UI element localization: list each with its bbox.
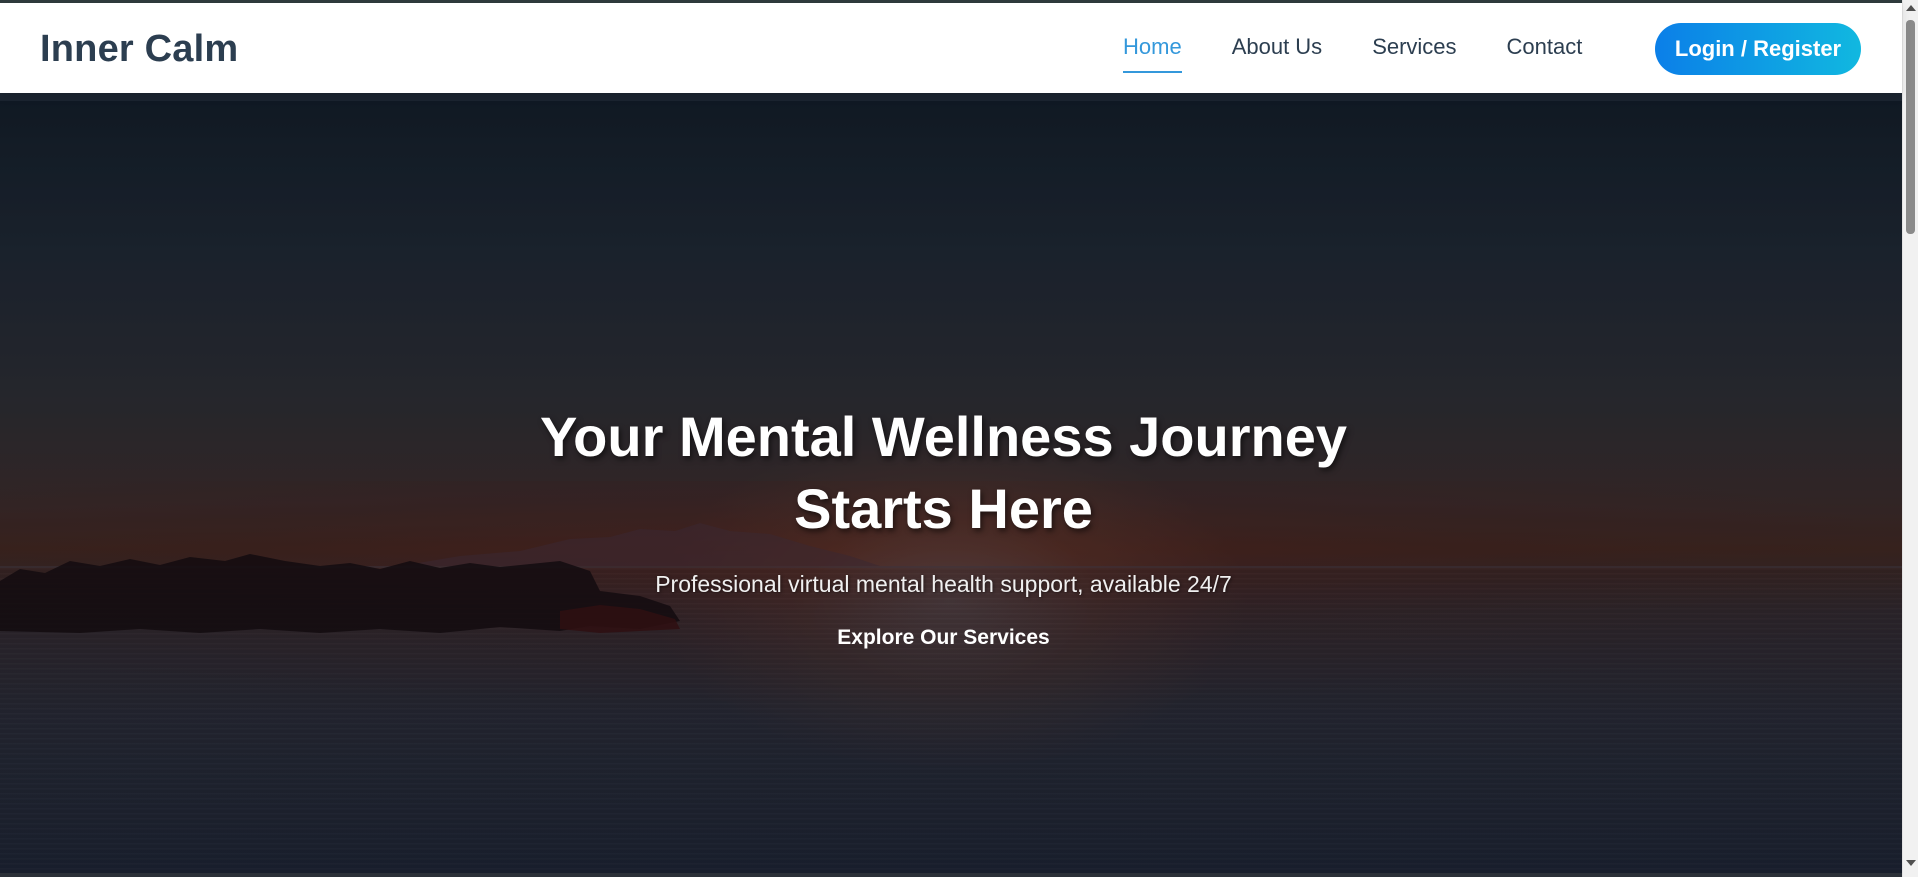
nav-contact-link[interactable]: Contact <box>1507 33 1583 67</box>
login-register-button[interactable]: Login / Register <box>1655 23 1861 75</box>
hero-subtitle: Professional virtual mental health suppo… <box>655 571 1232 597</box>
hero-title-line-2: Starts Here <box>794 477 1093 540</box>
hero-section: Your Mental Wellness Journey Starts Here… <box>0 101 1902 873</box>
scrollbar-thumb[interactable] <box>1906 20 1915 234</box>
site-logo[interactable]: Inner Calm <box>40 27 238 71</box>
scroll-up-arrow-icon[interactable] <box>1906 5 1916 11</box>
explore-services-button[interactable]: Explore Our Services <box>0 624 1887 652</box>
page: Inner Calm Home About Us Services Contac… <box>0 0 1918 877</box>
bottom-border <box>0 873 1902 877</box>
vertical-scrollbar[interactable] <box>1902 0 1918 877</box>
nav-about-us-link[interactable]: About Us <box>1232 33 1323 67</box>
main-nav: Home About Us Services Contact <box>1123 33 1632 73</box>
site-header: Inner Calm Home About Us Services Contac… <box>0 3 1902 93</box>
hero-title: Your Mental Wellness Journey Starts Here <box>0 401 1887 545</box>
hero-content: Your Mental Wellness Journey Starts Here… <box>0 101 1887 873</box>
nav-services-link[interactable]: Services <box>1372 33 1456 67</box>
scroll-down-arrow-icon[interactable] <box>1906 860 1916 866</box>
hero-title-line-1: Your Mental Wellness Journey <box>539 405 1348 468</box>
nav-home-link[interactable]: Home <box>1123 33 1182 73</box>
